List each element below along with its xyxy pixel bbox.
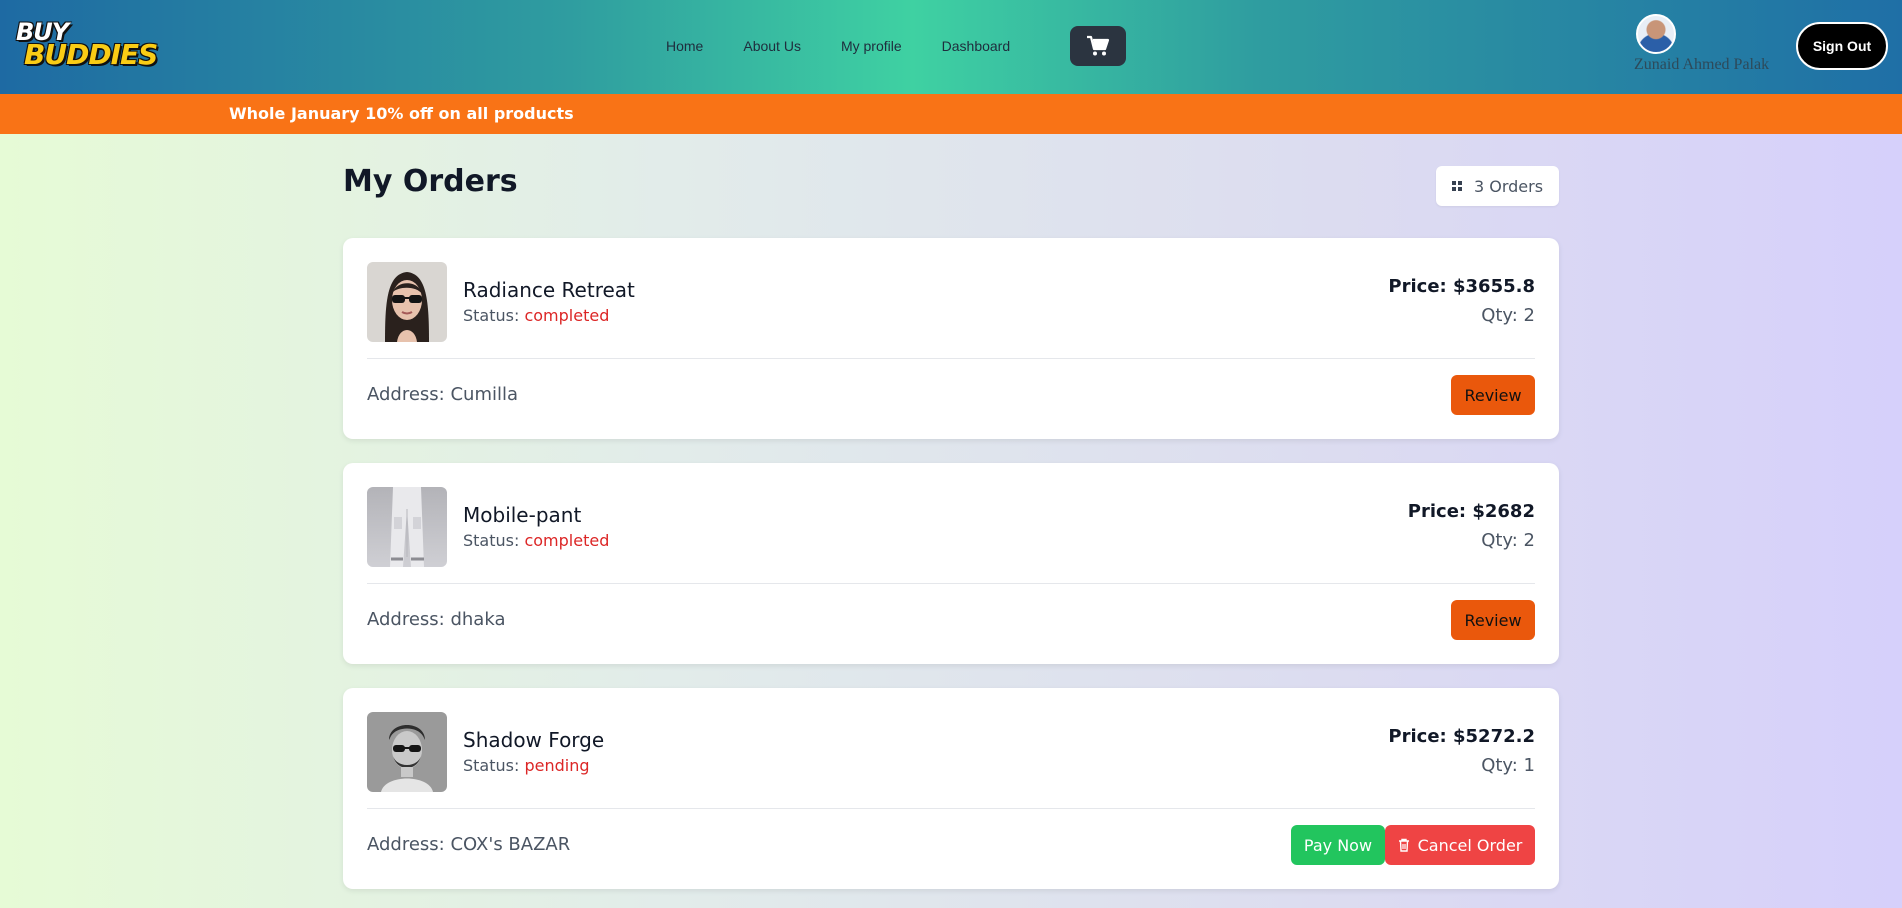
divider: [367, 358, 1535, 359]
status-label: Status:: [463, 531, 520, 550]
order-card: Radiance Retreat Status: completed Price…: [343, 238, 1559, 439]
order-count-label: 3 Orders: [1473, 176, 1544, 196]
address: Address: dhaka: [367, 609, 506, 630]
status-value: completed: [524, 306, 610, 325]
order-card: Mobile-pant Status: completed Price: $26…: [343, 463, 1559, 664]
nav-link-dashboard[interactable]: Dashboard: [926, 28, 1027, 64]
cart-icon: [1087, 35, 1110, 56]
nav-links: Home About Us My profile Dashboard: [650, 26, 1034, 66]
nav-link-about-us[interactable]: About Us: [727, 28, 817, 64]
order-count-badge: 3 Orders: [1436, 166, 1559, 206]
page-title: My Orders: [343, 164, 518, 199]
logo[interactable]: BUY BUDDIES: [14, 18, 158, 74]
status-value: completed: [524, 531, 610, 550]
product-image: [367, 712, 447, 792]
avatar[interactable]: [1636, 14, 1676, 54]
product-image: [367, 262, 447, 342]
navbar: BUY BUDDIES Home About Us My profile Das…: [0, 0, 1902, 94]
address: Address: Cumilla: [367, 384, 519, 405]
product-name: Mobile-pant: [463, 503, 582, 527]
status-line: Status: completed: [463, 531, 609, 550]
price: Price: $3655.8: [1388, 276, 1535, 297]
price: Price: $5272.2: [1388, 726, 1535, 747]
cancel-order-label: Cancel Order: [1417, 835, 1523, 855]
address: Address: COX's BAZAR: [367, 834, 571, 855]
sign-out-button[interactable]: Sign Out: [1796, 22, 1888, 70]
order-card: Shadow Forge Status: pending Price: $527…: [343, 688, 1559, 889]
nav-link-home[interactable]: Home: [650, 28, 719, 64]
review-button[interactable]: Review: [1451, 600, 1535, 640]
divider: [367, 808, 1535, 809]
trash-icon: [1398, 838, 1409, 852]
quantity: Qty: 2: [1481, 530, 1535, 551]
status-value: pending: [524, 756, 590, 775]
promo-text: Whole January 10% off on all products: [229, 104, 574, 123]
cart-button[interactable]: [1070, 26, 1126, 66]
status-line: Status: completed: [463, 306, 609, 325]
quantity: Qty: 2: [1481, 305, 1535, 326]
user-name: Zunaid Ahmed Palak: [1634, 56, 1770, 73]
price: Price: $2682: [1407, 501, 1535, 522]
logo-bottom-text: BUDDIES: [24, 38, 158, 71]
grid-icon: [1451, 181, 1462, 191]
product-name: Shadow Forge: [463, 728, 605, 752]
status-label: Status:: [463, 306, 520, 325]
quantity: Qty: 1: [1481, 755, 1535, 776]
product-image: [367, 487, 447, 567]
product-name: Radiance Retreat: [463, 278, 635, 302]
promo-banner: Whole January 10% off on all products: [0, 94, 1902, 134]
status-line: Status: pending: [463, 756, 590, 775]
cancel-order-button[interactable]: Cancel Order: [1385, 825, 1535, 865]
status-label: Status:: [463, 756, 520, 775]
pay-now-button[interactable]: Pay Now: [1291, 825, 1385, 865]
review-button[interactable]: Review: [1451, 375, 1535, 415]
divider: [367, 583, 1535, 584]
nav-link-my-profile[interactable]: My profile: [825, 28, 918, 64]
